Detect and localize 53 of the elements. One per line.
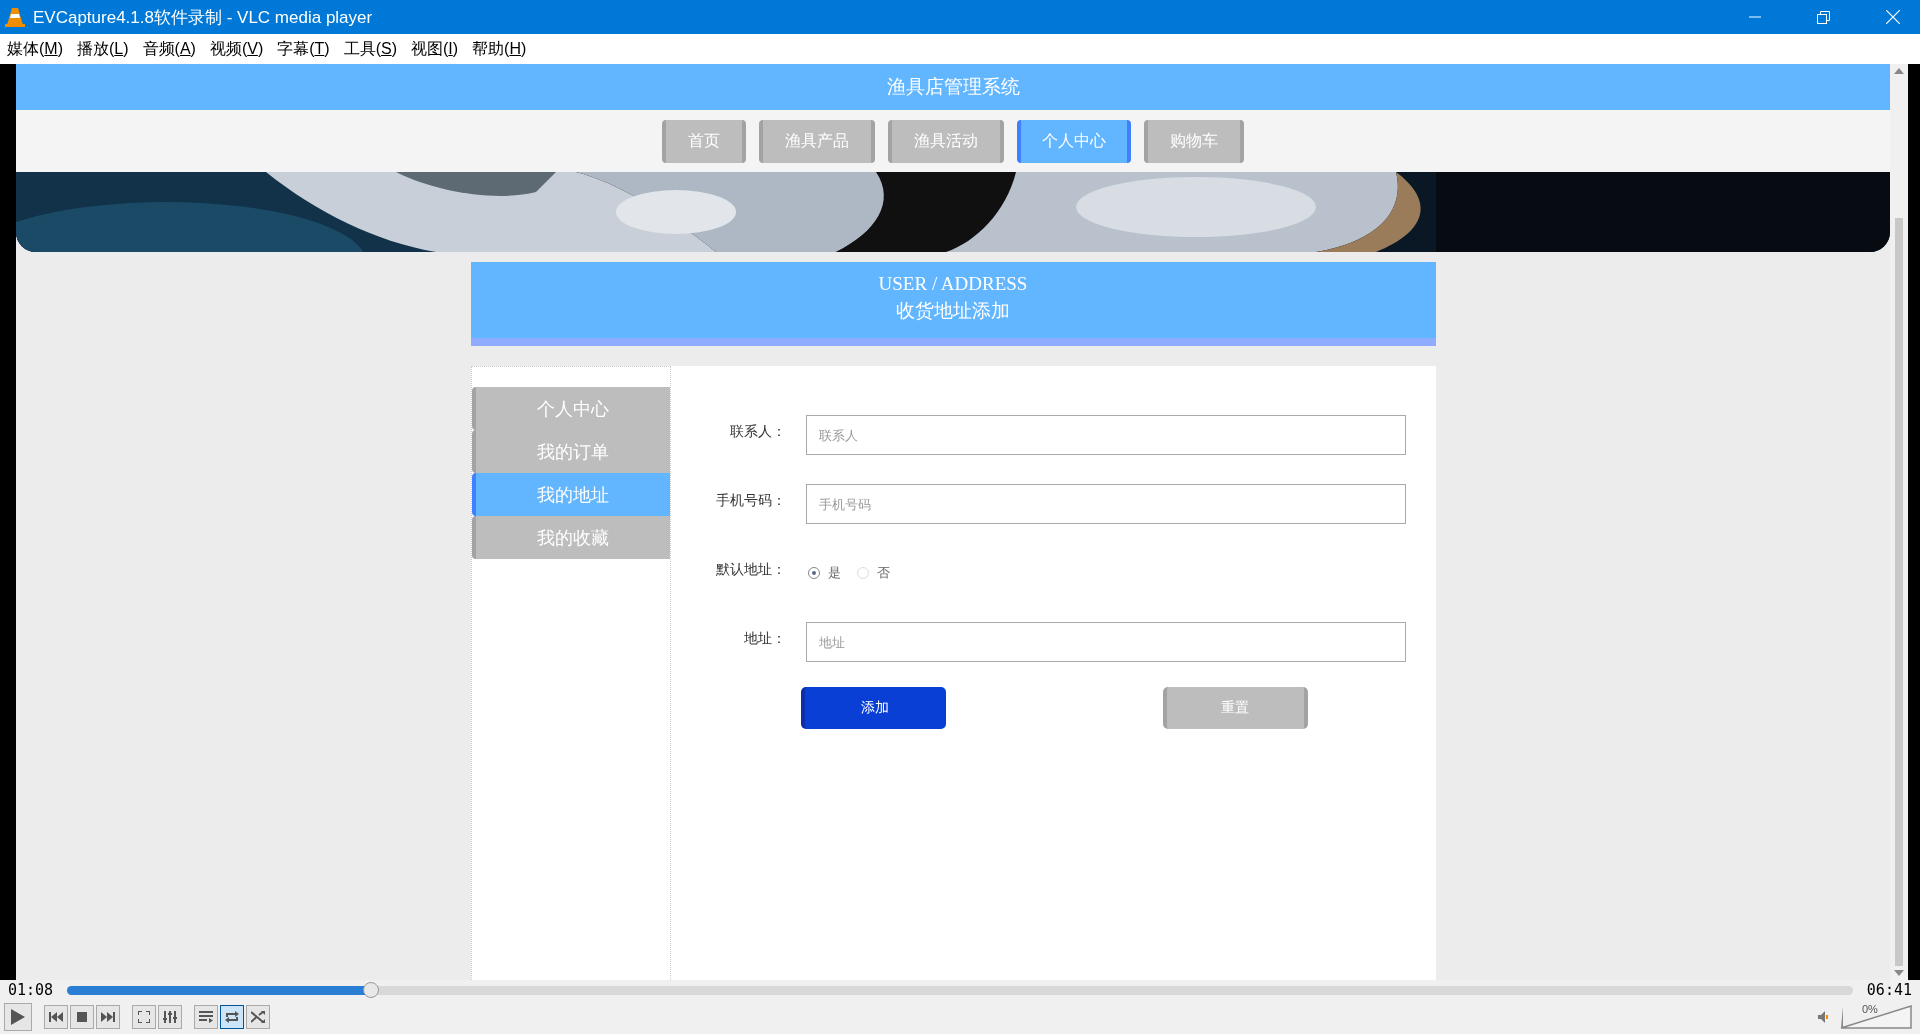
loop-icon xyxy=(225,1011,239,1023)
volume-slider[interactable]: 0% xyxy=(1840,1005,1912,1029)
window-title: EVCapture4.1.8软件录制 - VLC media player xyxy=(33,6,373,29)
scroll-down-icon[interactable] xyxy=(1894,970,1904,976)
field-label: 默认地址： xyxy=(714,560,786,579)
stop-icon xyxy=(77,1012,87,1022)
scrollbar-thumb[interactable] xyxy=(1895,218,1903,966)
playlist-icon xyxy=(199,1011,213,1023)
play-button[interactable] xyxy=(4,1003,32,1031)
field-label: 手机号码： xyxy=(714,491,786,510)
section-heading: USER / ADDRESS xyxy=(878,272,1028,296)
scroll-up-icon[interactable] xyxy=(1894,68,1904,74)
radio-label: 否 xyxy=(876,564,890,582)
field-label: 联系人： xyxy=(728,422,786,441)
input-field[interactable]: 地址 xyxy=(805,622,1406,662)
close-icon[interactable] xyxy=(1886,10,1900,24)
menu-item[interactable]: 工具(S) xyxy=(343,38,397,60)
speaker-icon[interactable] xyxy=(1818,1011,1828,1023)
previous-button[interactable] xyxy=(44,1005,68,1029)
menu-item[interactable]: 字幕(T) xyxy=(277,38,330,60)
seek-slider[interactable] xyxy=(67,985,1853,995)
stop-button[interactable] xyxy=(70,1005,94,1029)
radio-label: 是 xyxy=(827,564,841,582)
equalizer-button[interactable] xyxy=(158,1005,182,1029)
volume-reading: 0% xyxy=(1862,1003,1878,1015)
playlist-button[interactable] xyxy=(194,1005,218,1029)
traffic-cone-icon xyxy=(5,6,25,28)
field-label: 地址： xyxy=(742,629,786,648)
previous-icon xyxy=(49,1012,63,1022)
shuffle-button[interactable] xyxy=(246,1005,270,1029)
restore-icon[interactable] xyxy=(1817,10,1830,24)
sliders-icon xyxy=(163,1011,177,1023)
menu-item[interactable]: 视图(I) xyxy=(410,38,459,60)
total-time: 06:41 xyxy=(1866,981,1912,999)
shuffle-icon xyxy=(251,1011,265,1023)
menu-item[interactable]: 播放(L) xyxy=(77,38,129,60)
menu-item[interactable]: 帮助(H) xyxy=(472,38,527,60)
add-button[interactable]: 添加 xyxy=(800,687,946,729)
play-icon xyxy=(11,1009,25,1025)
input-field[interactable]: 手机号码 xyxy=(805,484,1406,524)
menu-item[interactable]: 音频(A) xyxy=(142,38,196,60)
site-title: 渔具店管理系统 xyxy=(16,64,1890,110)
menu-item[interactable]: 媒体(M) xyxy=(7,38,63,60)
fullscreen-icon xyxy=(138,1011,150,1023)
next-button[interactable] xyxy=(96,1005,120,1029)
fullscreen-button[interactable] xyxy=(132,1005,156,1029)
elapsed-time: 01:08 xyxy=(8,981,54,999)
section-subheading: 收货地址添加 xyxy=(896,299,1010,323)
loop-button[interactable] xyxy=(220,1005,244,1029)
seek-handle[interactable] xyxy=(362,981,379,998)
next-icon xyxy=(101,1012,115,1022)
menu-item[interactable]: 视频(V) xyxy=(209,38,264,60)
input-field[interactable]: 联系人 xyxy=(805,415,1406,455)
